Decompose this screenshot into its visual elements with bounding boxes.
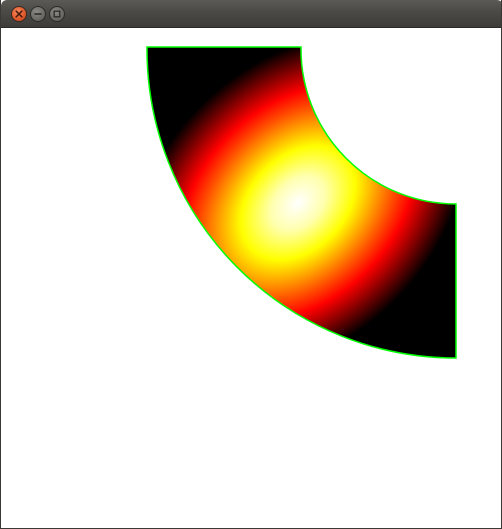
- minimize-icon: [34, 13, 42, 15]
- gradient-annular-sector: [146, 46, 457, 359]
- close-icon: [15, 10, 23, 18]
- minimize-button[interactable]: [30, 6, 46, 22]
- maximize-icon: [53, 10, 61, 18]
- canvas-svg: [146, 46, 457, 359]
- drawing-canvas: [1, 28, 501, 528]
- close-button[interactable]: [11, 6, 27, 22]
- title-bar[interactable]: [1, 0, 501, 28]
- app-window: [0, 0, 502, 529]
- maximize-button[interactable]: [49, 6, 65, 22]
